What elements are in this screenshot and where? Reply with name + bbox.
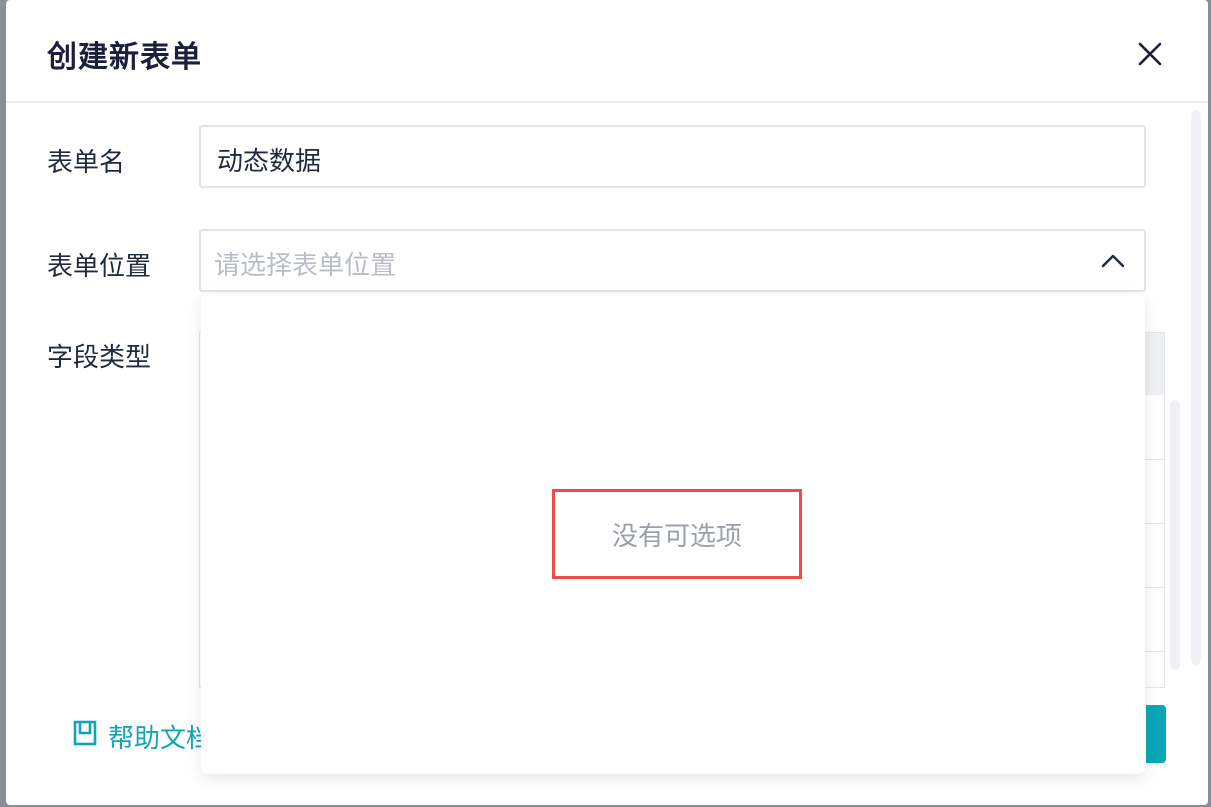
chevron-up-icon[interactable]: [1100, 249, 1126, 273]
help-docs-label: 帮助文档: [108, 724, 213, 754]
table-row-divider: [1144, 587, 1164, 588]
table-scrollbar[interactable]: [1170, 400, 1180, 670]
empty-state-text: 没有可选项: [611, 521, 742, 552]
form-name-value: 动态数据: [217, 147, 322, 177]
dialog-title: 创建新表单: [47, 40, 202, 75]
form-location-placeholder: 请选择表单位置: [214, 251, 397, 281]
form-location-label: 表单位置: [47, 252, 152, 282]
form-name-input[interactable]: 动态数据: [199, 125, 1146, 188]
location-dropdown-panel: 没有可选项: [201, 294, 1145, 774]
close-icon[interactable]: [1134, 38, 1166, 70]
table-header: [1144, 333, 1164, 395]
help-docs-link[interactable]: 帮助文档: [72, 718, 212, 755]
confirm-button[interactable]: [1146, 705, 1166, 763]
create-form-dialog: 创建新表单 表单名 动态数据 表单位置 请选择表单位置 字段类型 帮助文档 没有…: [6, 0, 1208, 805]
form-name-label: 表单名: [47, 148, 126, 178]
dialog-header: 创建新表单: [6, 0, 1208, 103]
table-row-divider: [1144, 523, 1164, 524]
empty-state-highlight: 没有可选项: [552, 489, 802, 579]
table-row-divider: [1144, 459, 1164, 460]
form-location-select[interactable]: 请选择表单位置: [199, 229, 1146, 292]
field-type-label: 字段类型: [47, 343, 152, 373]
book-icon: [72, 719, 98, 754]
table-row-divider: [1144, 651, 1164, 652]
dialog-scrollbar[interactable]: [1191, 110, 1201, 665]
